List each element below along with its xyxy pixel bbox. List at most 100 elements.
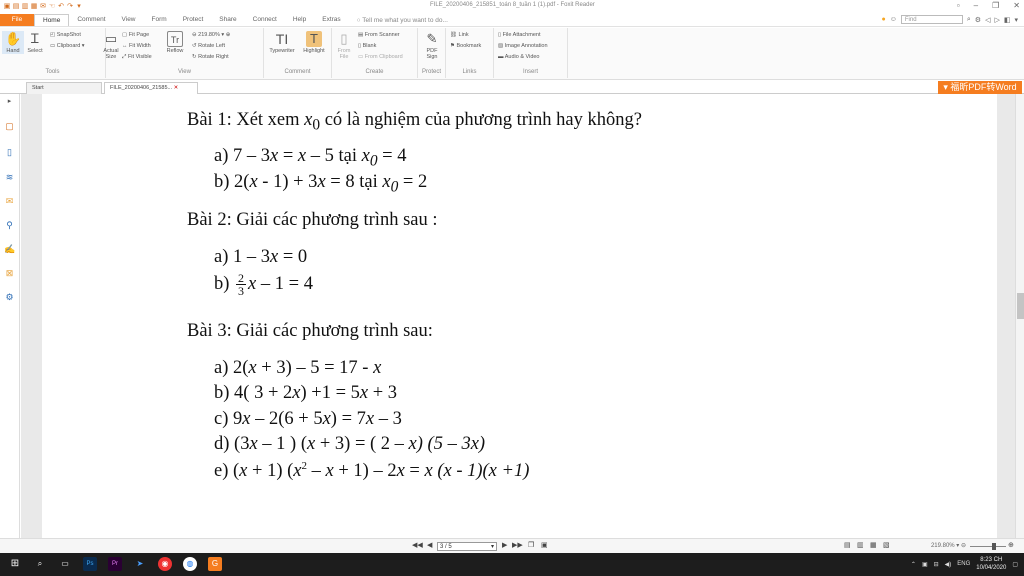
rotate-left-button[interactable]: ↺ Rotate Left — [192, 43, 225, 49]
tab-extras[interactable]: Extras — [314, 14, 348, 26]
vertical-scrollbar[interactable] — [1015, 94, 1024, 538]
search-taskbar-icon[interactable]: ⌕ — [33, 557, 47, 571]
zoom-select[interactable]: ⊖ 219.80% ▾ ⊕ — [192, 32, 230, 38]
undo-icon[interactable]: ↶ — [57, 3, 65, 11]
volume-icon[interactable]: ◀) — [945, 561, 952, 568]
clipboard-button[interactable]: ▭ Clipboard ▾ — [50, 43, 85, 49]
document-tab[interactable]: FILE_20200406_21585... ✕ — [104, 82, 198, 94]
notification-icon[interactable]: ● — [881, 16, 885, 23]
search-icon[interactable]: ⌕ — [967, 16, 971, 24]
link-button[interactable]: ⛓ Link — [450, 32, 469, 38]
expand-panel-icon[interactable]: ▸ — [4, 96, 15, 107]
single-page-icon[interactable]: ▤ — [844, 541, 851, 549]
facing-icon[interactable]: ▦ — [870, 541, 877, 549]
facing-continuous-icon[interactable]: ▧ — [883, 541, 890, 549]
file-tab[interactable]: File — [0, 14, 34, 26]
tab-protect[interactable]: Protect — [175, 14, 212, 26]
skin-icon[interactable]: ◧ — [1004, 16, 1011, 24]
redo-icon[interactable]: ↷ — [66, 3, 74, 11]
hand-button[interactable]: ✋ Hand — [2, 31, 24, 54]
next-page-icon[interactable]: ▶ — [502, 541, 507, 549]
restore-icon[interactable]: ▫ — [957, 1, 960, 10]
image-annotation-button[interactable]: ▨ Image Annotation — [498, 43, 548, 49]
close-icon[interactable]: ✕ — [1013, 1, 1020, 10]
language-indicator[interactable]: ENG — [957, 561, 970, 567]
attachments-panel-icon[interactable]: ⚲ — [4, 220, 15, 231]
pages-panel-icon[interactable]: ▯ — [4, 147, 15, 158]
chrome-icon[interactable]: ◉ — [158, 557, 172, 571]
back-icon[interactable]: ◁ — [985, 16, 990, 24]
foxit-taskbar-icon[interactable]: G — [208, 557, 222, 571]
forward-icon[interactable]: ▷ — [994, 16, 999, 24]
page-view-icon[interactable]: ▣ — [541, 541, 548, 549]
reflow-button[interactable]: Tr Reflow — [164, 31, 186, 54]
task-view-icon[interactable]: ▭ — [58, 557, 72, 571]
zoom-slider[interactable] — [970, 543, 1006, 550]
tags-panel-icon[interactable]: ⚙ — [4, 292, 15, 303]
open-icon[interactable]: ▤ — [12, 3, 20, 11]
blank-button[interactable]: ▯ Blank — [358, 43, 376, 49]
email-icon[interactable]: ✉ — [39, 3, 47, 11]
page-number-input[interactable]: 3 / 5 ▾ — [437, 542, 497, 551]
premiere-icon[interactable]: Pr — [108, 557, 122, 571]
signature-panel-icon[interactable]: ✍ — [4, 244, 15, 255]
from-scanner-button[interactable]: ▤ From Scanner — [358, 32, 400, 38]
zoom-level[interactable]: 219.80% ▾ ⊖ — [931, 542, 966, 549]
minimize-icon[interactable]: – — [974, 1, 978, 10]
app-logo-icon[interactable]: ▣ — [3, 3, 11, 11]
from-clipboard-button[interactable]: ▭ From Clipboard — [358, 54, 403, 60]
start-tab[interactable]: Start — [26, 82, 102, 94]
fit-width-button[interactable]: ↔ Fit Width — [122, 43, 151, 49]
find-input[interactable]: Find — [900, 15, 963, 24]
zoom-in-status-icon[interactable]: ⊕ — [1008, 541, 1014, 549]
photoshop-icon[interactable]: Ps — [83, 557, 97, 571]
tab-comment[interactable]: Comment — [69, 14, 113, 26]
bookmark-button[interactable]: ⚑ Bookmark — [450, 43, 481, 49]
tab-view[interactable]: View — [114, 14, 144, 26]
tab-connect[interactable]: Connect — [245, 14, 285, 26]
tab-close-icon[interactable]: ✕ — [174, 85, 179, 91]
zoom-slider-knob[interactable] — [992, 543, 996, 550]
layers-panel-icon[interactable]: ≋ — [4, 172, 15, 183]
customize-icon[interactable]: ▾ — [75, 3, 83, 11]
typewriter-button[interactable]: TI Typewriter — [266, 31, 298, 54]
network-icon[interactable]: ⊟ — [934, 561, 939, 568]
highlight-button[interactable]: T Highlight — [300, 31, 328, 54]
actual-size-button[interactable]: ▭ Actual Size — [101, 31, 121, 60]
clock[interactable]: 8:23 CH 10/04/2020 — [976, 556, 1006, 572]
help-icon[interactable]: ▾ — [1014, 16, 1018, 24]
scrollbar-thumb[interactable] — [1017, 293, 1024, 319]
tab-form[interactable]: Form — [144, 14, 175, 26]
messenger-icon[interactable]: ◍ — [183, 557, 197, 571]
windows-start-icon[interactable]: ⊞ — [8, 557, 22, 571]
snapshot-button[interactable]: ◰ SnapShot — [50, 32, 81, 38]
security-lock-icon[interactable]: ⊠ — [4, 268, 15, 279]
pdf-to-word-button[interactable]: ▾ 福昕PDF转Word — [938, 81, 1022, 94]
copy-page-icon[interactable]: ❐ — [528, 541, 534, 549]
hand-icon[interactable]: ☜ — [48, 3, 56, 11]
audio-video-button[interactable]: ▬ Audio & Video — [498, 54, 540, 60]
settings-icon[interactable]: ⚙ — [975, 16, 981, 24]
first-page-icon[interactable]: ◀◀ — [412, 541, 423, 549]
fit-page-button[interactable]: ▢ Fit Page — [122, 32, 149, 38]
bookmarks-panel-icon[interactable]: ▢ — [4, 121, 15, 132]
comments-panel-icon[interactable]: ✉ — [4, 196, 15, 207]
user-icon[interactable]: ☺ — [890, 16, 897, 23]
tell-me-search[interactable]: ○ Tell me what you want to do... — [357, 17, 448, 24]
save-icon[interactable]: ▥ — [21, 3, 29, 11]
file-attachment-button[interactable]: ▯ File Attachment — [498, 32, 540, 38]
prev-page-icon[interactable]: ◀ — [427, 541, 432, 549]
fit-visible-button[interactable]: ⤢ Fit Visible — [122, 54, 152, 61]
from-file-button[interactable]: ▯ From File — [334, 31, 354, 60]
continuous-icon[interactable]: ▥ — [857, 541, 864, 549]
print-icon[interactable]: ▦ — [30, 3, 38, 11]
select-button[interactable]: Ꮖ Select — [24, 31, 46, 54]
tab-home[interactable]: Home — [34, 14, 70, 26]
tray-app-icon[interactable]: ▣ — [922, 561, 928, 568]
rotate-right-button[interactable]: ↻ Rotate Right — [192, 54, 229, 60]
action-center-icon[interactable]: ▢ — [1012, 561, 1018, 568]
tab-share[interactable]: Share — [211, 14, 244, 26]
last-page-icon[interactable]: ▶▶ — [512, 541, 523, 549]
pdf-sign-button[interactable]: ✎ PDF Sign — [421, 31, 443, 60]
maximize-icon[interactable]: ❐ — [992, 1, 999, 10]
